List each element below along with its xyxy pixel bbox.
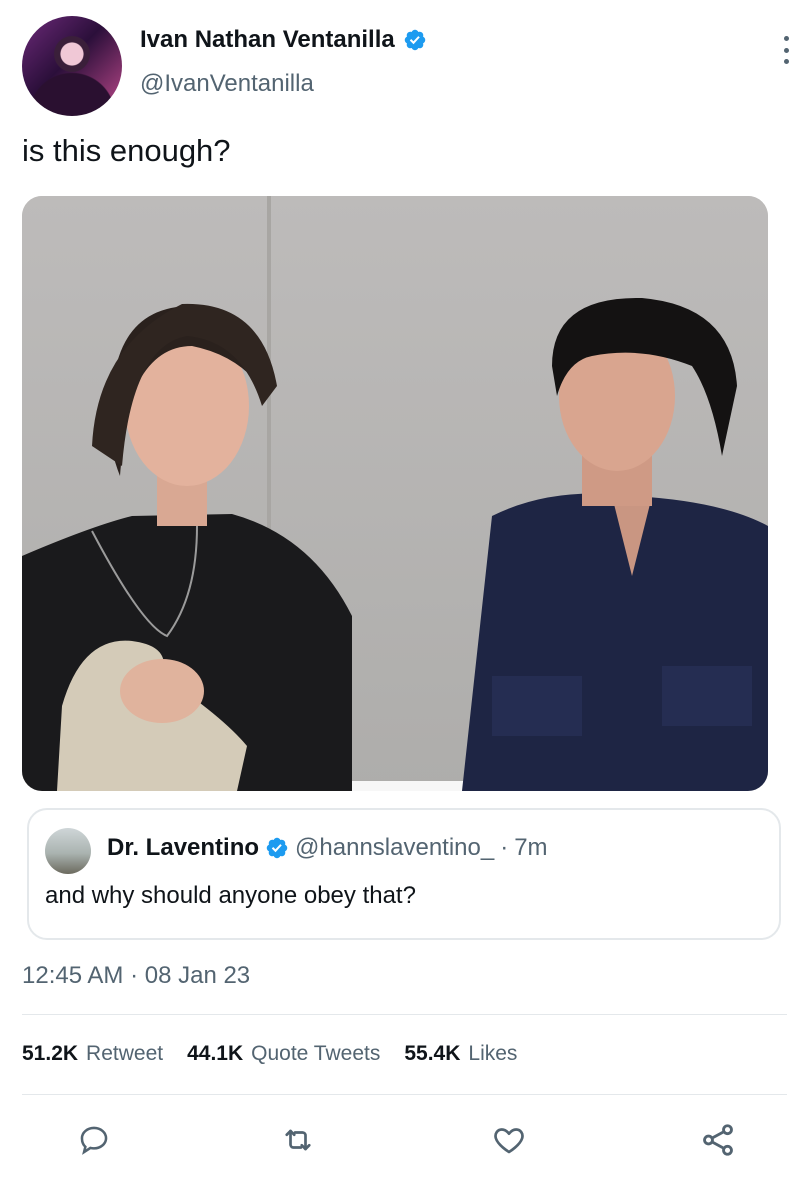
retweet-count: 51.2K — [22, 1042, 79, 1065]
quote-count: 44.1K — [187, 1042, 244, 1065]
verified-badge-icon — [266, 837, 288, 859]
tweet-stats: 51.2K Retweet 44.1K Quote Tweets 55.4K Like… — [22, 1042, 517, 1066]
retweet-label: Retweet — [86, 1042, 164, 1065]
share-icon[interactable] — [696, 1118, 740, 1162]
author-avatar[interactable] — [22, 16, 122, 116]
reply-icon[interactable] — [72, 1118, 116, 1162]
like-count: 55.4K — [404, 1042, 461, 1065]
quoted-separator: · — [500, 834, 509, 861]
verified-badge-icon — [404, 29, 425, 51]
quoted-author-handle: @hannslaventino_ — [295, 834, 495, 861]
quoted-time: 7m — [514, 834, 548, 861]
like-count-link[interactable]: 55.4K Likes — [404, 1042, 517, 1066]
author-handle[interactable]: @IvanVentanilla — [140, 70, 314, 98]
quoted-tweet-header: Dr. Laventino @hannslaventino_ · 7m — [107, 834, 548, 862]
retweet-count-link[interactable]: 51.2K Retweet — [22, 1042, 163, 1066]
quoted-tweet[interactable]: Dr. Laventino @hannslaventino_ · 7m and … — [27, 808, 781, 940]
tweet-header: Ivan Nathan Ventanilla @IvanVentanilla — [22, 16, 792, 116]
tweet-photo[interactable] — [22, 196, 768, 791]
quoted-author-avatar — [45, 828, 91, 874]
quoted-tweet-text: and why should anyone obey that? — [45, 882, 416, 909]
quote-label: Quote Tweets — [251, 1042, 381, 1065]
like-label: Likes — [468, 1042, 518, 1065]
like-icon[interactable] — [487, 1118, 531, 1162]
author-display-name[interactable]: Ivan Nathan Ventanilla — [140, 26, 395, 54]
quoted-author-display-name: Dr. Laventino — [107, 834, 260, 861]
retweet-icon[interactable] — [276, 1118, 320, 1162]
photo-illustration — [22, 196, 768, 791]
tweet-timestamp[interactable]: 12:45 AM · 08 Jan 23 — [22, 962, 250, 990]
divider — [22, 1094, 787, 1095]
divider — [22, 1014, 787, 1015]
quote-count-link[interactable]: 44.1K Quote Tweets — [187, 1042, 380, 1066]
author-name-row: Ivan Nathan Ventanilla — [140, 26, 427, 54]
tweet-text: is this enough? — [22, 133, 231, 168]
tweet-actions — [0, 1118, 809, 1164]
more-icon[interactable] — [780, 36, 792, 64]
